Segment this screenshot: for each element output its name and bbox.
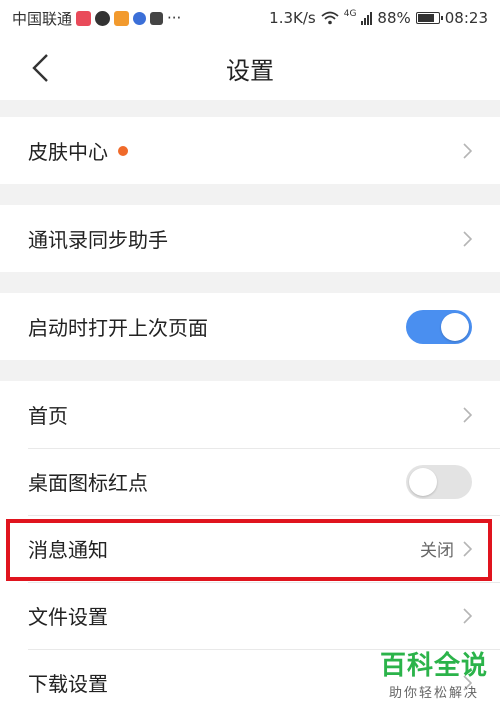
settings-group: 皮肤中心 xyxy=(0,117,500,184)
row-label: 皮肤中心 xyxy=(28,140,108,164)
row-label: 启动时打开上次页面 xyxy=(28,316,208,340)
settings-group: 通讯录同步助手 xyxy=(0,205,500,272)
more-notifications-indicator: ··· xyxy=(167,9,182,27)
chevron-right-icon xyxy=(463,540,472,557)
chevron-right-icon xyxy=(463,674,472,691)
row-label: 文件设置 xyxy=(28,605,108,629)
chevron-left-icon xyxy=(32,54,48,82)
desktop-badge-toggle[interactable] xyxy=(406,464,472,499)
new-badge-dot xyxy=(118,145,128,156)
network-speed: 1.3K/s xyxy=(269,9,316,27)
homepage-row[interactable]: 首页 xyxy=(0,381,500,448)
battery-fill xyxy=(417,14,435,22)
contacts-sync-row[interactable]: 通讯录同步助手 xyxy=(0,205,500,272)
settings-group: 首页 桌面图标红点 消息通知 关闭 文件设置 下载设置 xyxy=(0,381,500,707)
row-right xyxy=(462,607,472,624)
battery-icon xyxy=(415,12,443,24)
network-type: 4G xyxy=(343,9,357,19)
toggle-knob xyxy=(441,312,469,341)
alipay-icon xyxy=(150,11,164,25)
carrier-label: 中国联通 xyxy=(12,9,73,28)
row-label: 首页 xyxy=(28,404,68,428)
desktop-badge-row: 桌面图标红点 xyxy=(0,448,500,515)
app-notification-icon xyxy=(114,10,130,26)
status-right: 1.3K/s 4G 88% 08:23 xyxy=(269,9,488,27)
chevron-right-icon xyxy=(463,230,472,247)
row-label: 桌面图标红点 xyxy=(28,471,148,495)
message-notification-row[interactable]: 消息通知 关闭 xyxy=(0,515,500,582)
row-label: 通讯录同步助手 xyxy=(28,228,168,252)
file-settings-row[interactable]: 文件设置 xyxy=(0,582,500,649)
row-right xyxy=(462,230,472,247)
toggle-knob xyxy=(409,467,437,496)
clock: 08:23 xyxy=(444,9,488,27)
skin-center-row[interactable]: 皮肤中心 xyxy=(0,117,500,184)
chevron-right-icon xyxy=(463,607,472,624)
chat-bubble-icon xyxy=(95,10,111,26)
app-notification-icon xyxy=(76,10,92,26)
page-title: 设置 xyxy=(226,56,274,85)
wifi-icon xyxy=(321,11,339,25)
row-right: 关闭 xyxy=(420,536,472,561)
row-right xyxy=(462,674,472,691)
battery-percent: 88% xyxy=(377,9,411,27)
status-left: 中国联通 ··· xyxy=(12,8,181,29)
header: 设置 xyxy=(0,36,500,100)
settings-group: 启动时打开上次页面 xyxy=(0,293,500,360)
row-right xyxy=(406,309,472,344)
open-last-page-toggle[interactable] xyxy=(406,309,472,344)
baidu-paw-icon xyxy=(133,11,147,25)
notification-status-value: 关闭 xyxy=(420,541,454,561)
download-settings-row[interactable]: 下载设置 xyxy=(0,649,500,707)
back-button[interactable] xyxy=(22,50,58,86)
row-right xyxy=(406,464,472,499)
row-label: 消息通知 xyxy=(28,538,108,562)
signal-icon xyxy=(361,11,373,25)
status-bar: 中国联通 ··· 1.3K/s 4G 88% 08:23 xyxy=(0,0,500,36)
chevron-right-icon xyxy=(463,142,472,159)
row-label: 下载设置 xyxy=(28,672,108,696)
row-right xyxy=(462,142,472,159)
open-last-page-row: 启动时打开上次页面 xyxy=(0,293,500,360)
row-right xyxy=(462,406,472,423)
chevron-right-icon xyxy=(463,406,472,423)
